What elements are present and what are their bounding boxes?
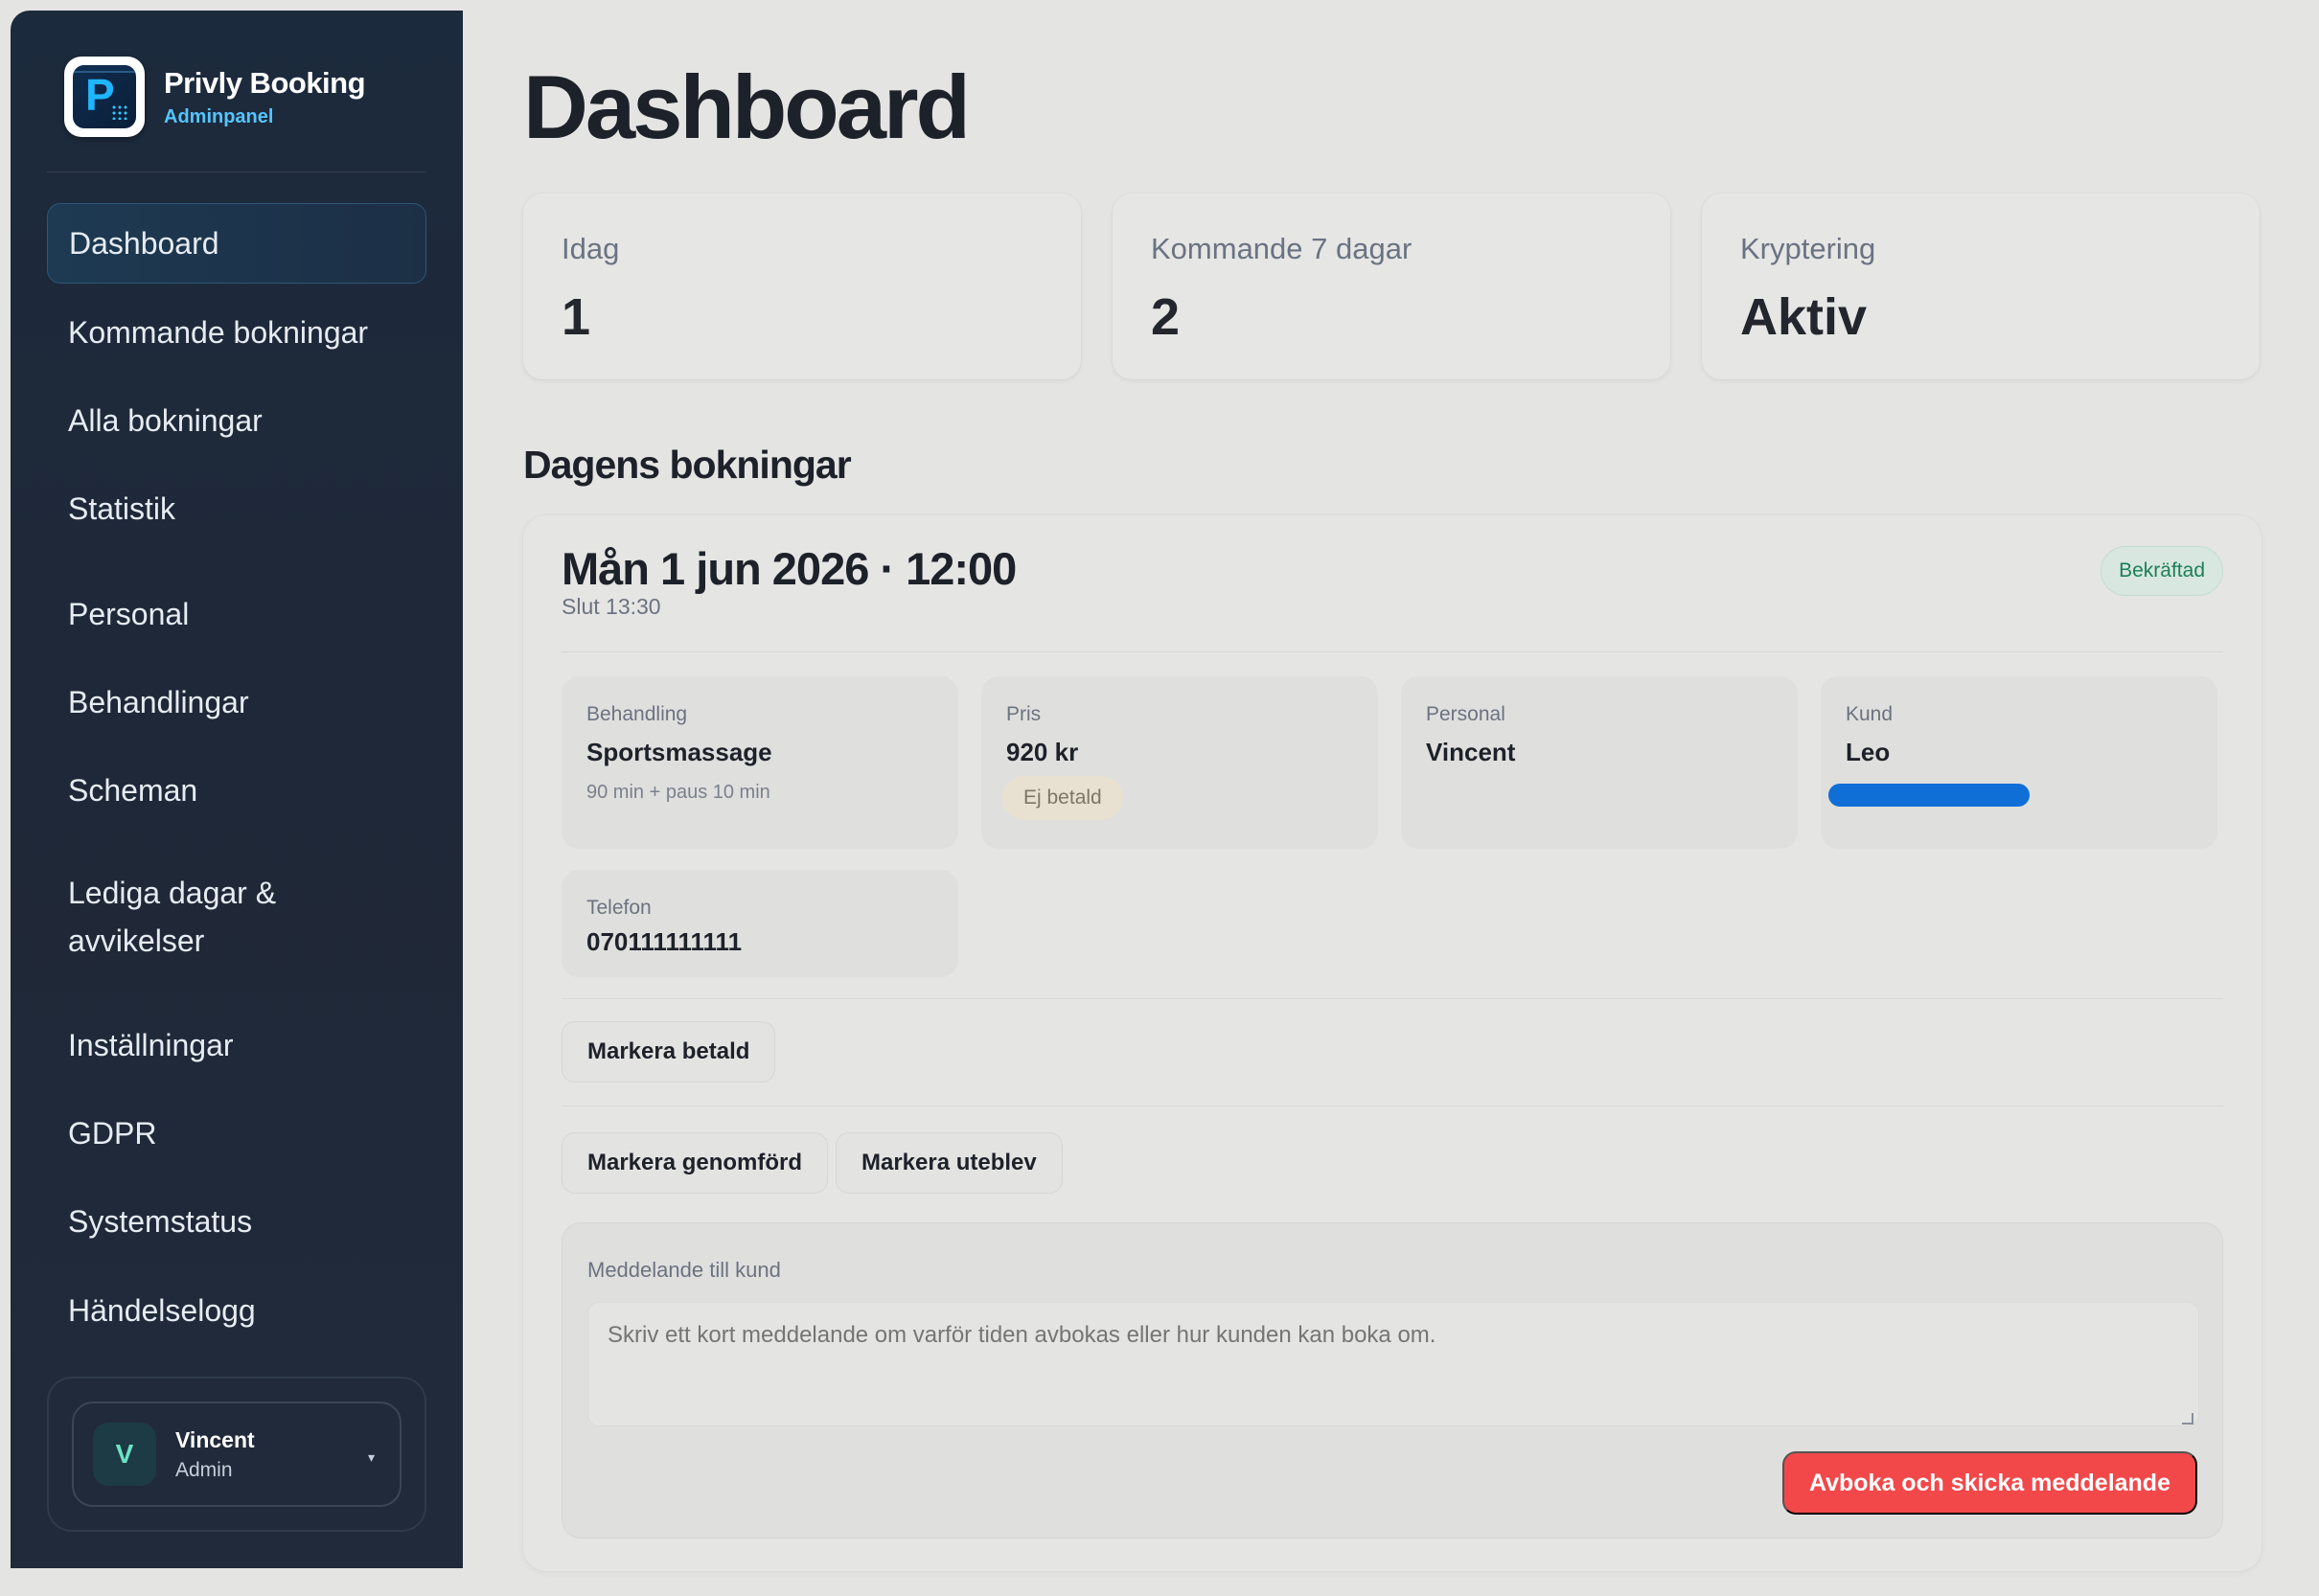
tile-label: Kund (1846, 703, 1894, 725)
tile-label: Pris (1006, 703, 1042, 725)
customer-name: Leo (1846, 738, 1891, 766)
customer-tile: Kund Leo (1821, 676, 2217, 849)
divider (562, 998, 2223, 999)
price-tile: Pris 920 kr Ej betald (981, 676, 1378, 849)
stat-value: 2 (1151, 288, 1181, 346)
status-badge: Bekräftad (2101, 546, 2223, 596)
brand-logo: P (64, 57, 145, 137)
payment-status-badge: Ej betald (1002, 776, 1123, 820)
tile-label: Personal (1426, 703, 1505, 725)
divider (562, 651, 2223, 652)
sidebar-item-scheman[interactable]: Scheman (47, 750, 426, 831)
message-label: Meddelande till kund (587, 1258, 781, 1282)
message-textarea[interactable] (587, 1302, 2199, 1426)
treatment-tile: Behandling Sportsmassage 90 min + paus 1… (562, 676, 958, 849)
user-panel: V Vincent Admin ▾ (47, 1377, 426, 1532)
sidebar-item-systemstatus[interactable]: Systemstatus (47, 1181, 426, 1262)
app-window: P Privly Booking Adminpanel Dashboard Ko… (0, 0, 2319, 1596)
sidebar-item-behandlingar[interactable]: Behandlingar (47, 662, 426, 742)
sidebar: P Privly Booking Adminpanel Dashboard Ko… (11, 11, 463, 1568)
user-menu-button[interactable]: V Vincent Admin ▾ (72, 1402, 402, 1507)
avatar: V (93, 1423, 156, 1486)
booking-card: Mån 1 jun 2026 · 12:00 Slut 13:30 Bekräf… (523, 515, 2262, 1571)
stat-label: Idag (562, 232, 620, 265)
booking-end-time: Slut 13:30 (562, 594, 661, 619)
sidebar-item-installningar[interactable]: Inställningar (47, 1005, 426, 1085)
stat-value: Aktiv (1740, 288, 1868, 346)
page-title: Dashboard (523, 57, 971, 157)
mark-completed-button[interactable]: Markera genomförd (562, 1132, 829, 1194)
booking-datetime: Mån 1 jun 2026 · 12:00 (562, 543, 1017, 594)
redacted-email (1828, 784, 2030, 807)
price-value: 920 kr (1006, 738, 1079, 766)
sidebar-item-statistik[interactable]: Statistik (47, 468, 426, 549)
message-panel: Meddelande till kund Avboka och skicka m… (562, 1222, 2223, 1539)
resize-handle-icon[interactable] (2182, 1413, 2193, 1425)
staff-name: Vincent (1426, 738, 1516, 766)
mark-paid-button[interactable]: Markera betald (562, 1021, 776, 1083)
sidebar-item-dashboard[interactable]: Dashboard (47, 203, 426, 284)
tile-label: Telefon (586, 897, 652, 919)
sidebar-item-personal[interactable]: Personal (47, 574, 426, 654)
user-name: Vincent (175, 1426, 255, 1452)
brand-subtitle: Adminpanel (164, 105, 274, 127)
user-role: Admin (175, 1458, 233, 1481)
sidebar-item-kommande-bokningar[interactable]: Kommande bokningar (47, 292, 426, 373)
stat-label: Kommande 7 dagar (1151, 232, 1412, 265)
stat-card-encryption: Kryptering Aktiv (1702, 194, 2260, 379)
treatment-name: Sportsmassage (586, 738, 772, 766)
stat-label: Kryptering (1740, 232, 1876, 265)
sidebar-item-handelselogg[interactable]: Händelselogg (47, 1270, 426, 1351)
sidebar-item-gdpr[interactable]: GDPR (47, 1093, 426, 1174)
cancel-and-send-button[interactable]: Avboka och skicka meddelande (1781, 1451, 2197, 1515)
chevron-down-icon: ▾ (367, 1449, 375, 1465)
calendar-lock-icon: P (73, 65, 136, 128)
brand[interactable]: P Privly Booking Adminpanel (64, 57, 366, 137)
sidebar-item-lediga-dagar[interactable]: Lediga dagar & avvikelser (47, 863, 334, 970)
brand-title: Privly Booking (164, 65, 366, 100)
stat-card-next-7-days: Kommande 7 dagar 2 (1113, 194, 1670, 379)
stat-card-today: Idag 1 (523, 194, 1081, 379)
treatment-duration: 90 min + paus 10 min (586, 782, 770, 803)
phone-tile: Telefon 070111111111 (562, 870, 958, 977)
sidebar-item-alla-bokningar[interactable]: Alla bokningar (47, 380, 426, 461)
tile-label: Behandling (586, 703, 688, 725)
mark-no-show-button[interactable]: Markera uteblev (836, 1132, 1063, 1194)
stat-value: 1 (562, 288, 591, 346)
phone-value: 070111111111 (586, 927, 743, 956)
staff-tile: Personal Vincent (1401, 676, 1798, 849)
divider (47, 171, 426, 172)
section-title: Dagens bokningar (523, 443, 852, 487)
